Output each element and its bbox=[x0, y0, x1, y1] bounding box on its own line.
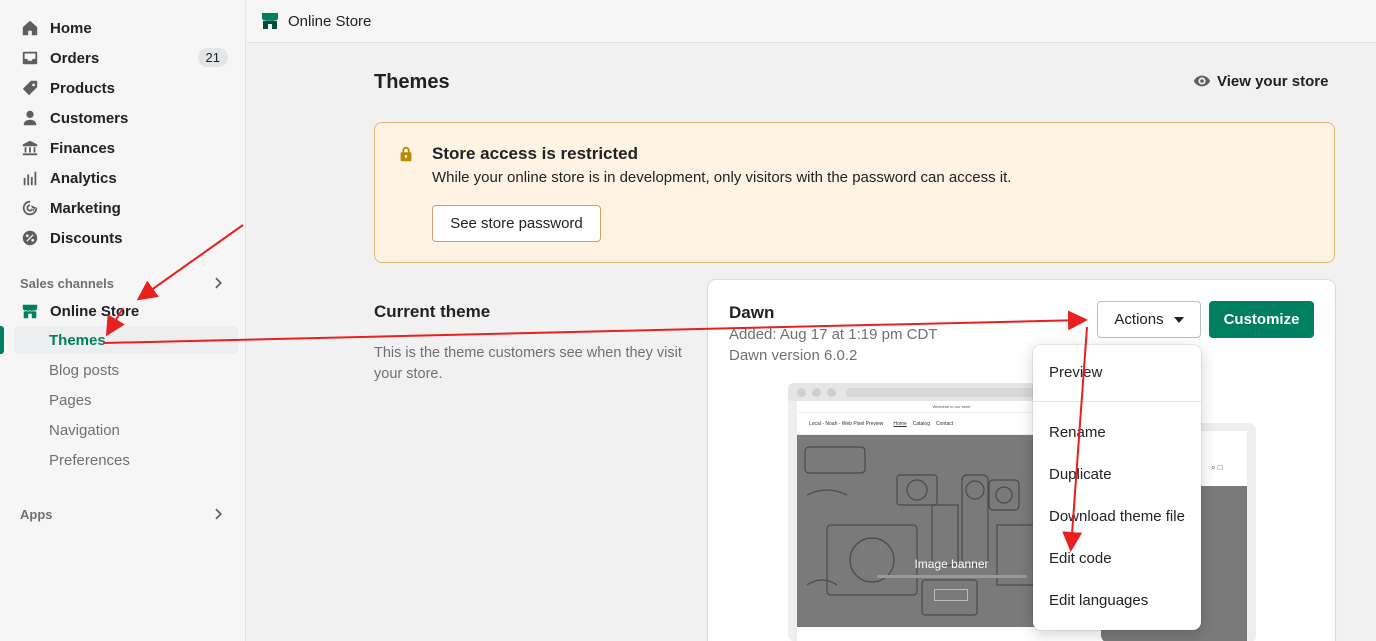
preview-nav-home: Home bbox=[893, 420, 907, 427]
actions-dropdown: Preview Rename Duplicate Download theme … bbox=[1033, 345, 1201, 630]
preview-nav-catalog: Catalog bbox=[912, 420, 930, 427]
nav-label: Customers bbox=[50, 109, 129, 127]
preview-nav-contact: Contact bbox=[935, 420, 954, 427]
banner-text: While your online store is in developmen… bbox=[432, 169, 1012, 186]
nav-products[interactable]: Products bbox=[14, 74, 236, 102]
orders-icon bbox=[20, 48, 40, 68]
nav-label: Analytics bbox=[50, 169, 117, 187]
nav-navigation[interactable]: Navigation bbox=[14, 416, 238, 444]
preview-mobile-icons: ⌕ □ bbox=[1211, 463, 1223, 472]
actions-button[interactable]: Actions bbox=[1097, 301, 1201, 338]
eye-icon bbox=[1193, 75, 1211, 87]
store-icon bbox=[260, 11, 280, 31]
banner-title: Store access is restricted bbox=[432, 144, 639, 163]
preview-store-name: Local - Noah - Web Pixel Preview bbox=[809, 420, 884, 427]
nav-home[interactable]: Home bbox=[14, 14, 236, 42]
view-store-link[interactable]: View your store bbox=[1193, 72, 1328, 90]
menu-item-rename[interactable]: Rename bbox=[1049, 424, 1106, 441]
nav-themes[interactable]: Themes bbox=[14, 326, 238, 354]
active-indicator bbox=[0, 326, 4, 354]
sidebar: Home Orders 21 Products Customers Financ… bbox=[0, 0, 246, 641]
actions-label: Actions bbox=[1114, 311, 1164, 328]
top-bar: Online Store bbox=[247, 0, 1376, 43]
theme-name: Dawn bbox=[729, 303, 775, 322]
person-icon bbox=[20, 108, 40, 128]
lock-icon bbox=[397, 145, 415, 163]
nav-label: Preferences bbox=[49, 451, 130, 469]
nav-label: Home bbox=[50, 19, 92, 37]
current-theme-description: This is the theme customers see when the… bbox=[374, 345, 682, 382]
nav-label: Pages bbox=[49, 391, 92, 409]
nav-customers[interactable]: Customers bbox=[14, 104, 236, 132]
nav-label: Finances bbox=[50, 139, 116, 157]
menu-item-preview[interactable]: Preview bbox=[1049, 364, 1102, 381]
nav-label: Marketing bbox=[50, 199, 121, 217]
nav-online-store[interactable]: Online Store bbox=[14, 297, 236, 325]
nav-label: Orders bbox=[50, 49, 100, 67]
home-icon bbox=[20, 18, 40, 38]
nav-label: Navigation bbox=[49, 421, 120, 439]
target-icon bbox=[20, 198, 40, 218]
nav-label: Discounts bbox=[50, 229, 123, 247]
view-store-label: View your store bbox=[1217, 72, 1329, 90]
bank-icon bbox=[20, 138, 40, 158]
current-theme-heading: Current theme bbox=[374, 302, 491, 321]
customize-button[interactable]: Customize bbox=[1209, 301, 1314, 338]
nav-label: Online Store bbox=[50, 302, 140, 320]
apps-heading: Apps bbox=[20, 507, 53, 522]
theme-added-date: Added: Aug 17 at 1:19 pm CDT bbox=[729, 326, 938, 343]
bar-chart-icon bbox=[20, 168, 40, 188]
sales-channels-heading: Sales channels bbox=[20, 276, 114, 291]
tag-icon bbox=[20, 78, 40, 98]
menu-item-download-theme-file[interactable]: Download theme file bbox=[1049, 508, 1185, 525]
chevron-right-icon[interactable] bbox=[212, 507, 226, 521]
see-store-password-button[interactable]: See store password bbox=[432, 205, 601, 242]
page-title: Themes bbox=[374, 71, 450, 93]
nav-orders[interactable]: Orders 21 bbox=[14, 44, 236, 72]
nav-marketing[interactable]: Marketing bbox=[14, 194, 236, 222]
menu-divider bbox=[1033, 401, 1201, 402]
nav-analytics[interactable]: Analytics bbox=[14, 164, 236, 192]
nav-label: Themes bbox=[49, 331, 106, 349]
nav-blog-posts[interactable]: Blog posts bbox=[14, 356, 238, 384]
theme-version: Dawn version 6.0.2 bbox=[729, 347, 858, 364]
discount-icon bbox=[20, 228, 40, 248]
nav-preferences[interactable]: Preferences bbox=[14, 446, 238, 474]
menu-item-edit-languages[interactable]: Edit languages bbox=[1049, 592, 1148, 609]
chevron-right-icon[interactable] bbox=[212, 276, 226, 290]
nav-pages[interactable]: Pages bbox=[14, 386, 238, 414]
store-icon bbox=[20, 301, 40, 321]
menu-item-edit-code[interactable]: Edit code bbox=[1049, 550, 1112, 567]
nav-label: Products bbox=[50, 79, 116, 97]
nav-discounts[interactable]: Discounts bbox=[14, 224, 236, 252]
store-restricted-banner: Store access is restricted While your on… bbox=[374, 122, 1335, 263]
orders-badge: 21 bbox=[197, 48, 228, 67]
topbar-title: Online Store bbox=[288, 12, 372, 30]
nav-label: Blog posts bbox=[49, 361, 120, 379]
caret-down-icon bbox=[1173, 316, 1184, 323]
nav-finances[interactable]: Finances bbox=[14, 134, 236, 162]
menu-item-duplicate[interactable]: Duplicate bbox=[1049, 466, 1112, 483]
